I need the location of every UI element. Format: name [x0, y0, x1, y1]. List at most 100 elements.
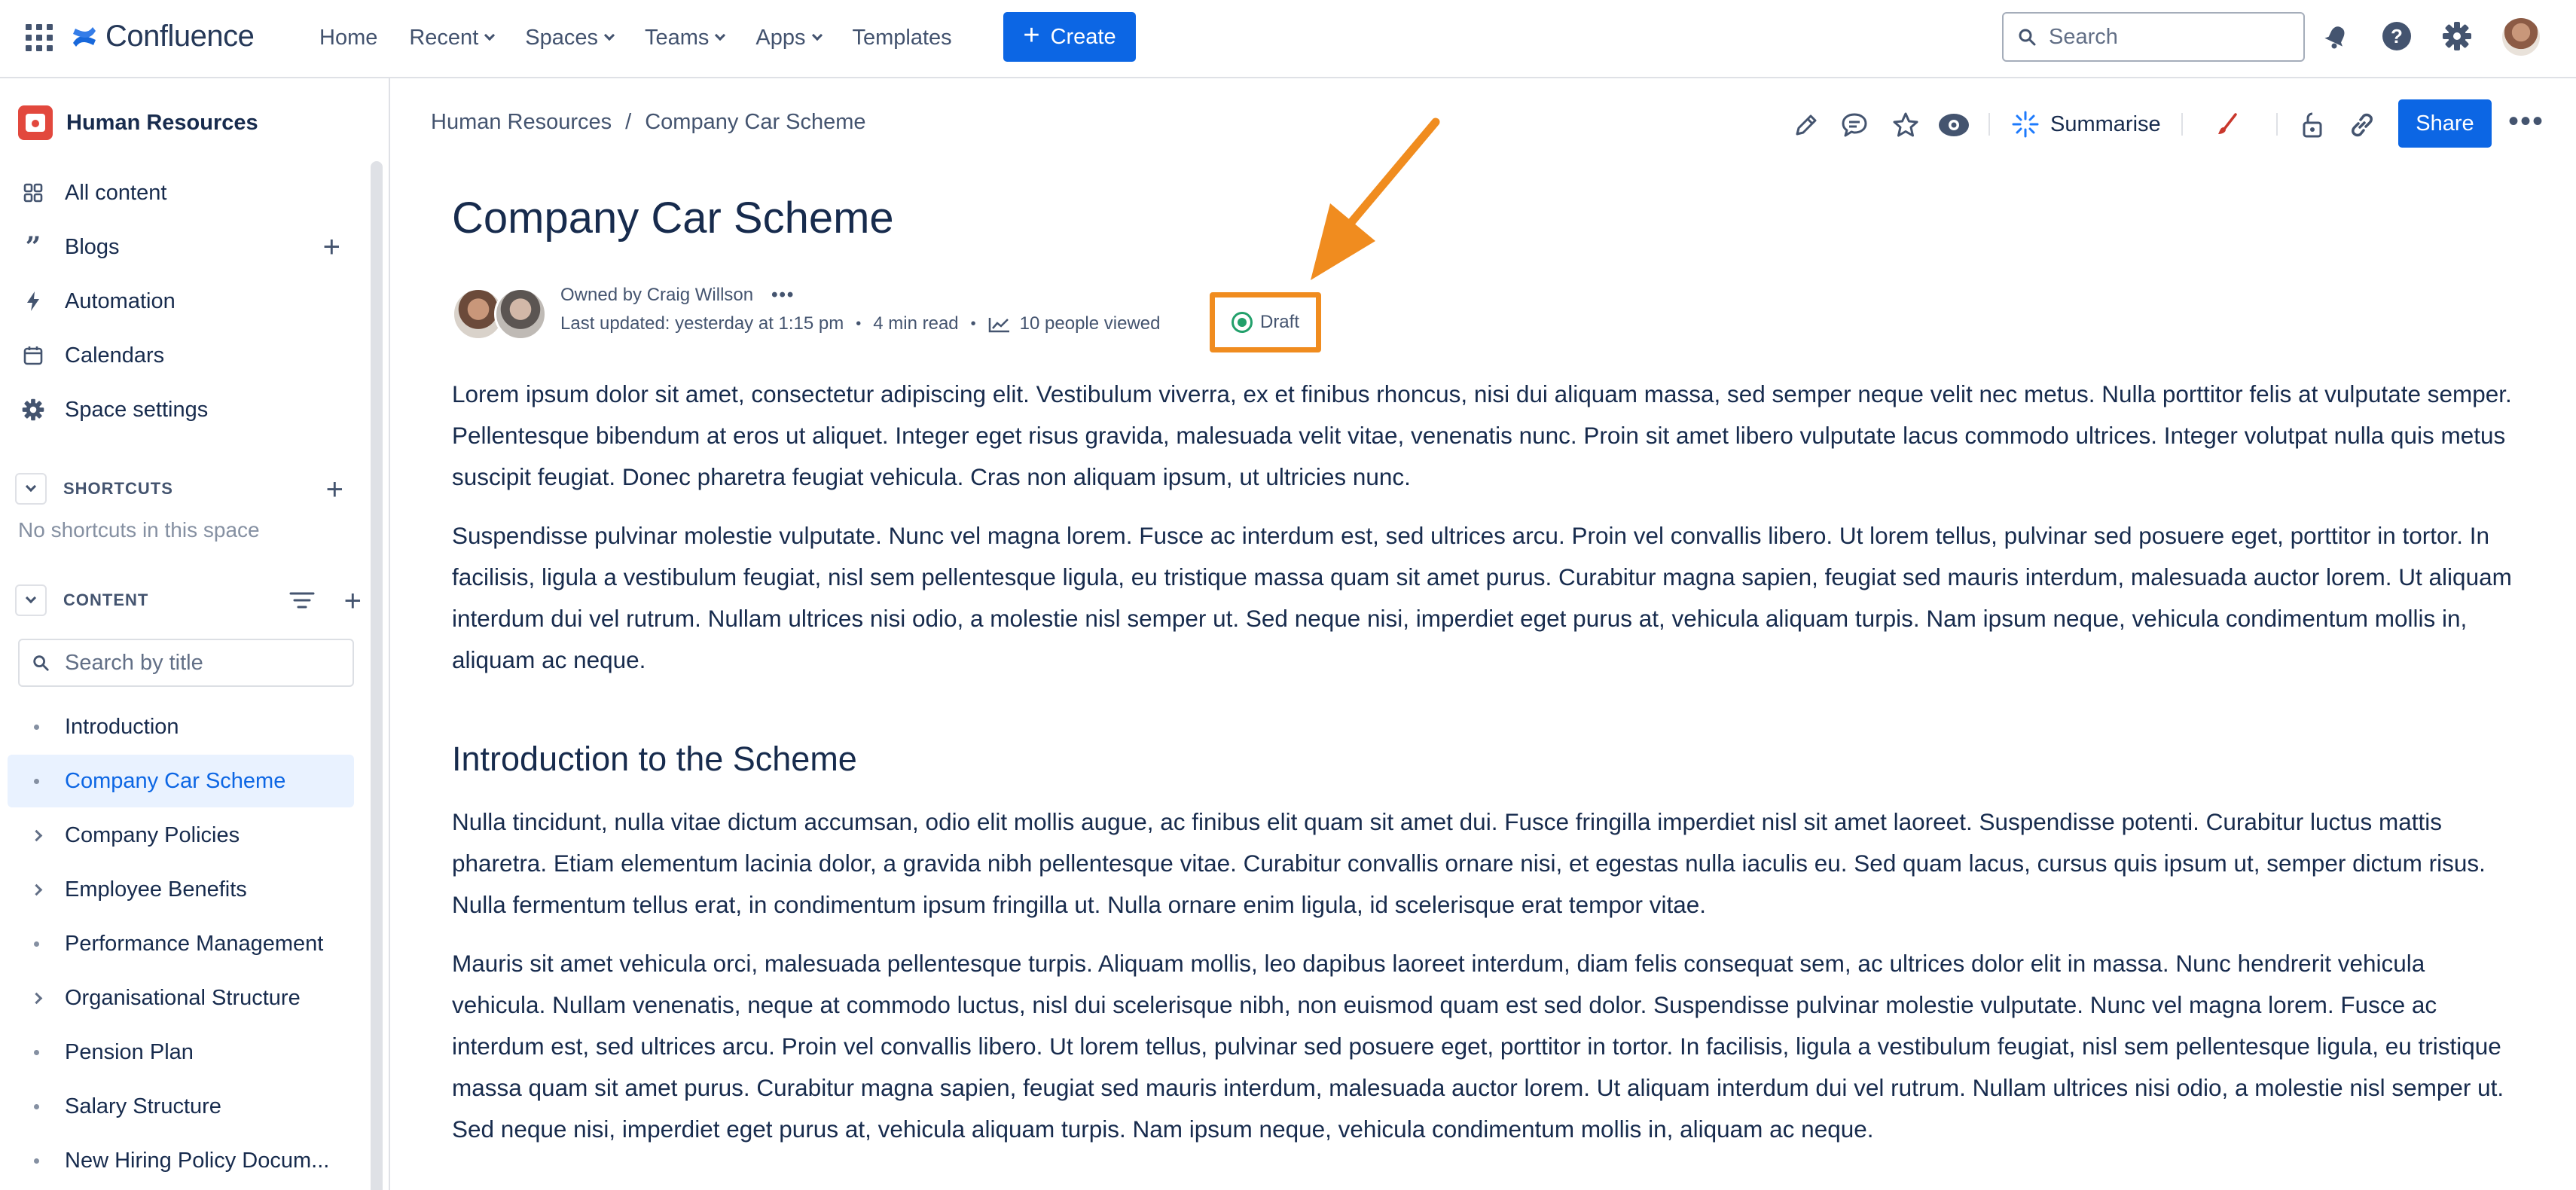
chevron-down-icon	[484, 29, 496, 41]
restrictions-lock-icon[interactable]	[2293, 105, 2332, 145]
add-shortcut-plus-icon[interactable]: +	[326, 473, 343, 506]
sidebar-scrollbar[interactable]	[371, 161, 383, 1190]
shortcuts-empty-note: No shortcuts in this space	[18, 518, 260, 542]
tree-item-label: Organisational Structure	[65, 985, 301, 1010]
page-views[interactable]: 10 people viewed	[988, 313, 1161, 334]
tree-item-company-car-scheme[interactable]: Company Car Scheme	[8, 755, 354, 807]
space-avatar-icon	[18, 105, 53, 140]
more-owner-options-icon[interactable]: •••	[771, 285, 795, 306]
annotation-arrow-icon	[1311, 117, 1440, 280]
space-sidebar: Human Resources All content ” Blogs + Au…	[0, 78, 390, 1190]
bullet-icon	[33, 1103, 39, 1109]
chevron-down-icon	[715, 29, 726, 41]
edit-pencil-icon[interactable]	[1787, 105, 1826, 145]
page-meta: Last updated: yesterday at 1:15 pm • 4 m…	[560, 313, 1160, 334]
sidebar-item-automation[interactable]: Automation	[18, 283, 357, 319]
profile-avatar[interactable]	[2502, 18, 2540, 56]
create-button[interactable]: + Create	[1003, 12, 1136, 62]
chevron-right-icon[interactable]	[30, 829, 42, 841]
nav-apps[interactable]: Apps	[755, 25, 823, 50]
tree-item-label: Employee Benefits	[65, 877, 247, 902]
brush-icon[interactable]	[2208, 105, 2248, 145]
nav-teams[interactable]: Teams	[645, 26, 726, 50]
last-updated-text[interactable]: Last updated: yesterday at 1:15 pm	[560, 313, 844, 334]
nav-templates-label: Templates	[852, 25, 952, 50]
nav-spaces[interactable]: Spaces	[525, 26, 615, 50]
space-header[interactable]: Human Resources	[18, 105, 258, 140]
collapse-content-button[interactable]	[15, 584, 47, 616]
chevron-down-icon	[811, 29, 823, 41]
content-search-placeholder: Search by title	[65, 650, 203, 675]
nav-apps-label: Apps	[755, 25, 806, 50]
collapse-shortcuts-button[interactable]	[15, 473, 47, 505]
views-text: 10 people viewed	[1019, 313, 1161, 334]
contributor-avatar[interactable]	[494, 288, 547, 340]
sidebar-item-label: Space settings	[65, 397, 209, 422]
filter-icon[interactable]	[289, 589, 315, 615]
nav-recent[interactable]: Recent	[409, 25, 496, 50]
breadcrumb-page-link[interactable]: Company Car Scheme	[645, 110, 865, 135]
chevron-down-icon	[25, 481, 37, 493]
tree-item-performance-management[interactable]: Performance Management	[8, 917, 354, 970]
notifications-icon[interactable]	[2318, 18, 2355, 54]
tree-item-employee-benefits[interactable]: Employee Benefits	[8, 863, 354, 916]
analytics-chart-icon	[988, 318, 1009, 333]
sidebar-item-blogs[interactable]: ” Blogs +	[18, 229, 357, 265]
watch-eye-icon[interactable]	[1934, 105, 1973, 145]
content-search-input[interactable]: Search by title	[18, 639, 354, 687]
bullet-icon	[33, 724, 39, 730]
sidebar-item-calendars[interactable]: Calendars	[18, 337, 357, 374]
owned-by-text[interactable]: Owned by Craig Willson	[560, 285, 753, 306]
nav-recent-label: Recent	[409, 25, 479, 50]
help-icon[interactable]: ?	[2379, 18, 2415, 54]
add-blog-plus-icon[interactable]: +	[323, 230, 340, 264]
copy-link-icon[interactable]	[2343, 105, 2382, 145]
tree-item-new-hiring-policy[interactable]: New Hiring Policy Docum...	[8, 1134, 354, 1187]
tree-item-organisational-structure[interactable]: Organisational Structure	[8, 972, 354, 1024]
more-actions-icon[interactable]: •••	[2508, 106, 2544, 136]
search-placeholder: Search	[2049, 24, 2118, 49]
star-icon[interactable]	[1886, 105, 1925, 145]
tree-item-company-policies[interactable]: Company Policies	[8, 809, 354, 862]
page-title: Company Car Scheme	[452, 194, 894, 243]
meta-separator: •	[856, 315, 862, 332]
sidebar-item-space-settings[interactable]: Space settings	[18, 392, 357, 428]
tree-item-label: Company Policies	[65, 822, 240, 847]
chevron-right-icon[interactable]	[30, 883, 42, 896]
toolbar-divider	[2181, 113, 2183, 136]
svg-text:?: ?	[2391, 25, 2403, 47]
confluence-logo[interactable]: Confluence	[71, 20, 255, 53]
chevron-right-icon[interactable]	[30, 992, 42, 1004]
app-name: Confluence	[105, 20, 255, 53]
all-content-icon	[18, 178, 48, 208]
summarise-button[interactable]: Summarise	[2011, 110, 2161, 139]
bullet-icon	[33, 1158, 39, 1164]
settings-icon[interactable]	[2439, 18, 2475, 54]
sidebar-item-all-content[interactable]: All content	[18, 175, 357, 211]
global-search-input[interactable]: Search	[2002, 12, 2305, 62]
read-time-text: 4 min read	[873, 313, 959, 334]
shortcuts-label: SHORTCUTS	[63, 479, 173, 498]
nav-home[interactable]: Home	[319, 26, 377, 50]
tree-item-label: Salary Structure	[65, 1094, 221, 1118]
tree-item-pension-plan[interactable]: Pension Plan	[8, 1026, 354, 1079]
tree-item-introduction[interactable]: Introduction	[8, 700, 354, 753]
sidebar-item-label: Calendars	[65, 343, 165, 368]
body-paragraph-1: Lorem ipsum dolor sit amet, consectetur …	[452, 380, 2512, 490]
app-switcher-icon[interactable]	[26, 24, 53, 51]
tree-item-salary-structure[interactable]: Salary Structure	[8, 1080, 354, 1133]
plus-icon: +	[1023, 20, 1040, 51]
status-badge[interactable]: Draft	[1210, 292, 1321, 352]
status-label: Draft	[1259, 312, 1299, 332]
meta-separator: •	[970, 315, 976, 332]
nav-templates[interactable]: Templates	[853, 26, 952, 50]
tree-item-label: Performance Management	[65, 931, 324, 956]
share-button[interactable]: Share	[2398, 99, 2492, 148]
add-content-plus-icon[interactable]: +	[344, 584, 362, 618]
breadcrumb-space-link[interactable]: Human Resources	[431, 110, 612, 135]
body-paragraph-3: Nulla tincidunt, nulla vitae dictum accu…	[452, 808, 2486, 918]
summarise-label: Summarise	[2050, 111, 2161, 136]
sidebar-item-label: All content	[65, 180, 167, 205]
gear-icon	[18, 395, 48, 425]
comment-icon[interactable]	[1835, 105, 1874, 145]
